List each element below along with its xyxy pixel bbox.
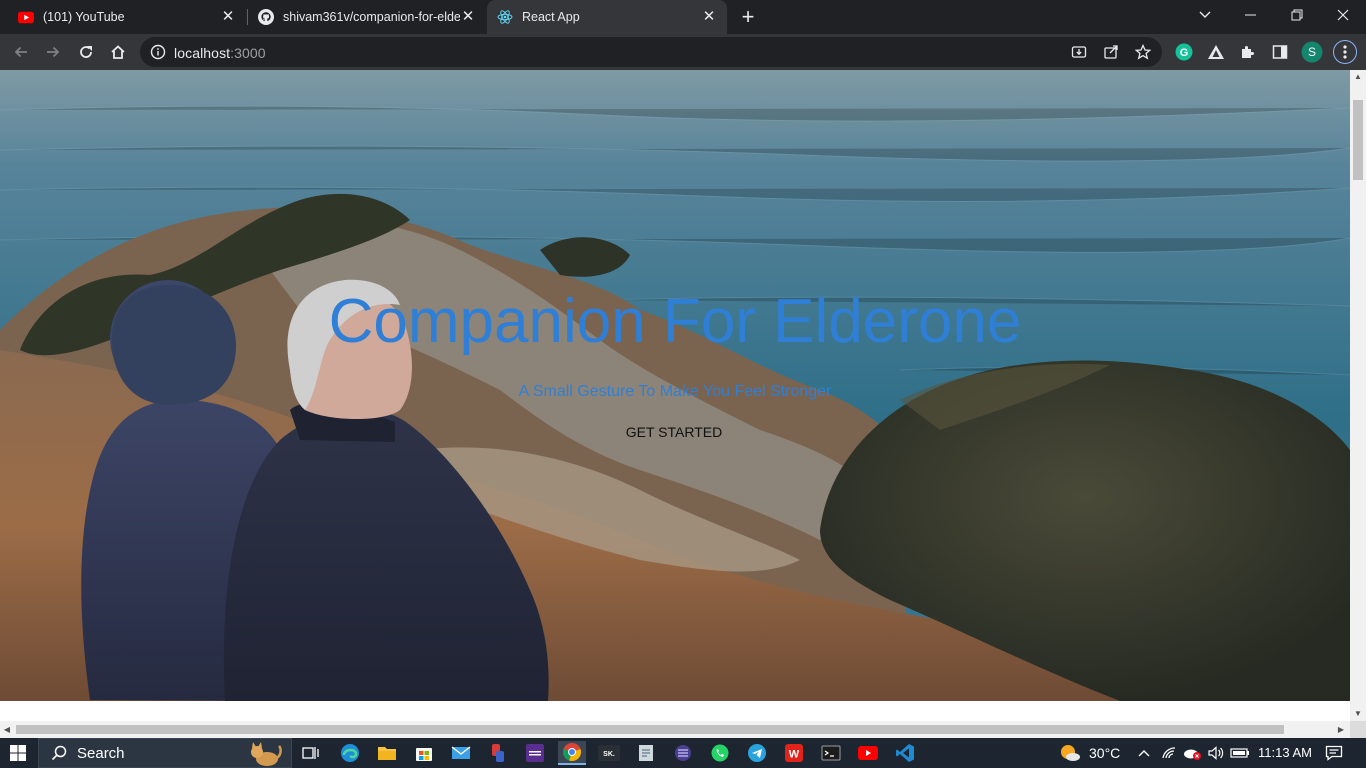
scroll-right-arrow-icon[interactable]: ▶ — [1334, 721, 1348, 738]
scroll-up-arrow-icon[interactable]: ▲ — [1350, 70, 1366, 84]
svg-text:S: S — [1308, 45, 1316, 59]
hero-section: Companion For Elderone A Small Gesture T… — [0, 70, 1350, 701]
whatsapp-icon[interactable] — [706, 741, 734, 765]
restore-button[interactable] — [1274, 0, 1320, 30]
close-window-button[interactable] — [1320, 0, 1366, 30]
github-icon — [258, 9, 274, 25]
tab-strip: (101) YouTube ✕ shivam361v/companion-for… — [0, 0, 1366, 34]
horizontal-scrollbar[interactable]: ◀ ▶ — [0, 721, 1350, 738]
vertical-scrollbar[interactable]: ▲ ▼ — [1350, 70, 1366, 721]
clock-time[interactable]: 11:13 AM — [1258, 745, 1312, 760]
browser-toolbar: localhost:3000 G S — [0, 34, 1366, 70]
close-tab-icon[interactable]: ✕ — [701, 9, 717, 25]
svg-text:G: G — [1180, 47, 1189, 59]
microsoft-store-icon[interactable] — [410, 741, 438, 765]
amazon-music-icon[interactable] — [521, 741, 549, 765]
close-tab-icon[interactable]: ✕ — [220, 9, 236, 25]
edge-icon[interactable] — [336, 741, 364, 765]
extensions-puzzle-icon[interactable] — [1237, 41, 1259, 63]
new-tab-button[interactable]: + — [738, 6, 758, 28]
home-button[interactable] — [106, 40, 130, 64]
tab-title: (101) YouTube — [43, 10, 125, 24]
page-title: Companion For Elderone — [328, 287, 1022, 356]
tab-title: shivam361v/companion-for-elde — [283, 10, 460, 24]
notification-center-icon[interactable] — [1320, 741, 1348, 765]
back-button[interactable] — [9, 40, 33, 64]
grammarly-icon[interactable]: G — [1173, 41, 1195, 63]
telegram-icon[interactable] — [743, 741, 771, 765]
show-hidden-icons-icon[interactable] — [1130, 741, 1158, 765]
minimize-button[interactable] — [1228, 0, 1274, 30]
app-red-blue-icon[interactable] — [484, 741, 512, 765]
react-icon — [497, 9, 513, 25]
file-explorer-icon[interactable] — [373, 741, 401, 765]
side-panel-icon[interactable] — [1269, 41, 1291, 63]
horizontal-scroll-thumb[interactable] — [16, 725, 1284, 734]
app-purple-icon[interactable] — [669, 741, 697, 765]
weather-temperature[interactable]: 30°C — [1089, 745, 1120, 761]
svg-text:W: W — [789, 749, 800, 761]
search-icon — [51, 745, 67, 761]
get-started-button[interactable]: GET STARTED — [614, 422, 734, 442]
search-label: Search — [77, 744, 125, 762]
weather-icon[interactable] — [1056, 741, 1084, 765]
windows-taskbar: Search SK. W 30°C 11:13 AM — [0, 738, 1366, 768]
profile-avatar[interactable]: S — [1301, 41, 1323, 63]
youtube-icon — [18, 9, 34, 25]
chrome-taskbar-icon[interactable] — [558, 741, 586, 765]
tab-title: React App — [522, 10, 580, 24]
svg-text:SK.: SK. — [603, 751, 615, 758]
windows-start-icon[interactable] — [4, 741, 32, 765]
extension-triangle-icon[interactable] — [1205, 41, 1227, 63]
page-subtitle: A Small Gesture To Make You Feel Stronge… — [518, 383, 832, 400]
tab-search-icon[interactable] — [1182, 0, 1228, 30]
hero-content: Companion For Elderone A Small Gesture T… — [0, 70, 1350, 701]
tab-react-app[interactable]: React App ✕ — [487, 0, 727, 34]
scroll-left-arrow-icon[interactable]: ◀ — [0, 721, 14, 738]
page-viewport: Companion For Elderone A Small Gesture T… — [0, 70, 1350, 721]
share-icon[interactable] — [1102, 43, 1120, 61]
terminal-icon[interactable] — [817, 741, 845, 765]
forward-button[interactable] — [41, 40, 65, 64]
install-app-icon[interactable] — [1070, 43, 1088, 61]
tab-youtube[interactable]: (101) YouTube ✕ — [8, 0, 246, 34]
app-sk-icon[interactable]: SK. — [595, 741, 623, 765]
taskbar-search-box[interactable]: Search — [38, 738, 292, 768]
youtube-taskbar-icon[interactable] — [854, 741, 882, 765]
wps-office-icon[interactable]: W — [780, 741, 808, 765]
task-view-icon[interactable] — [297, 741, 325, 765]
reload-button[interactable] — [74, 40, 98, 64]
notepad-icon[interactable] — [632, 741, 660, 765]
mail-icon[interactable] — [447, 741, 475, 765]
scrollbar-corner — [1350, 721, 1366, 738]
cat-decoration-icon — [247, 740, 283, 768]
site-info-icon[interactable] — [150, 44, 166, 60]
chrome-menu-icon[interactable] — [1333, 40, 1357, 64]
vscode-icon[interactable] — [891, 741, 919, 765]
vertical-scroll-thumb[interactable] — [1353, 100, 1363, 180]
battery-icon[interactable] — [1226, 741, 1254, 765]
close-tab-icon[interactable]: ✕ — [460, 9, 476, 25]
bookmark-star-icon[interactable] — [1134, 43, 1152, 61]
address-bar[interactable]: localhost:3000 — [140, 37, 1162, 67]
tab-github[interactable]: shivam361v/companion-for-elde ✕ — [248, 0, 486, 34]
url-text: localhost:3000 — [174, 45, 266, 61]
scroll-down-arrow-icon[interactable]: ▼ — [1350, 707, 1366, 721]
